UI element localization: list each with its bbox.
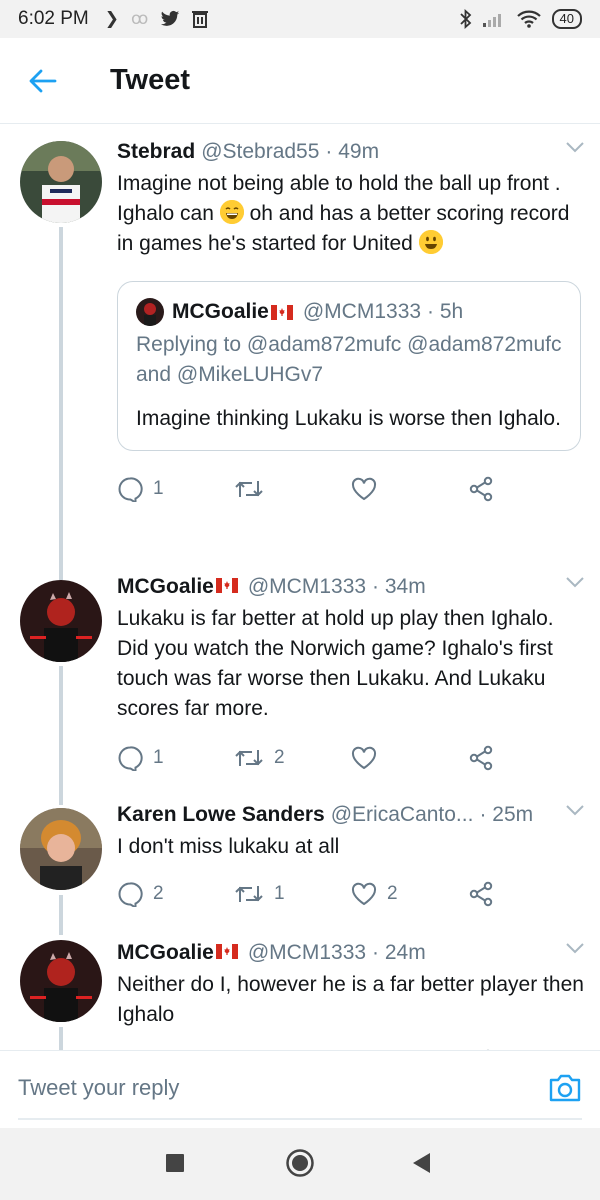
tweet-text: Lukaku is far better at hold up play the… [117, 607, 554, 720]
chevron-down-icon[interactable] [565, 576, 585, 588]
reply-button[interactable]: 1 [117, 476, 234, 502]
tweet-time: · 49m [325, 140, 380, 163]
avatar[interactable] [20, 940, 102, 1022]
like-button[interactable] [351, 477, 468, 501]
canada-flag-icon [215, 944, 238, 959]
quoted-tweet-text: Imagine thinking Lukaku is worse then Ig… [136, 407, 561, 430]
signal-icon [482, 14, 501, 27]
replying-to: Replying to @adam872mufc @adam872mufc an… [136, 333, 562, 386]
reply-button[interactable]: 2 [117, 881, 234, 907]
grinning-emoji-icon [219, 200, 244, 224]
tweet-actions [117, 1042, 585, 1050]
tweet[interactable]: MCGoalie @MCM1333 · 24m Neither do I, ho… [0, 935, 600, 1050]
reply-composer: Tweet your reply [0, 1050, 600, 1128]
avatar[interactable] [20, 580, 102, 662]
like-button[interactable]: 2 [351, 882, 468, 906]
like-icon [351, 746, 377, 770]
home-button[interactable] [285, 1148, 315, 1183]
tweet[interactable]: MCGoalie @MCM1333 · 34m Lukaku is far be… [0, 575, 600, 805]
thread-line [59, 1027, 63, 1050]
reply-input[interactable]: Tweet your reply [18, 1075, 179, 1101]
twitter-icon [161, 10, 180, 26]
share-icon [469, 476, 493, 502]
tweet-thread: Stebrad @Stebrad55 · 49m Imagine not bei… [0, 125, 600, 1050]
status-bar: 6:02 PM ❯ ꝏ 40 [0, 0, 600, 38]
tweet[interactable]: Stebrad @Stebrad55 · 49m Imagine not bei… [0, 125, 600, 580]
tweet-text: Neither do I, however he is a far better… [117, 973, 584, 1026]
tweet-time: · 34m [372, 575, 426, 598]
quoted-author-handle: @MCM1333 [302, 300, 422, 323]
like-icon [351, 477, 377, 501]
share-icon [469, 881, 493, 907]
recents-button[interactable] [165, 1153, 185, 1178]
wifi-icon [516, 10, 541, 28]
like-icon [351, 882, 377, 906]
author-name[interactable]: Karen Lowe Sanders [117, 800, 325, 830]
retweet-button[interactable] [234, 477, 351, 501]
share-button[interactable] [468, 476, 585, 502]
chevron-down-icon[interactable] [565, 141, 585, 153]
canada-flag-icon [270, 304, 293, 320]
like-button[interactable] [351, 746, 468, 770]
tweet-text: I don't miss lukaku at all [117, 835, 340, 858]
system-nav-bar [0, 1128, 600, 1200]
tweet-text: Imagine not being able to hold the ball … [117, 172, 570, 255]
author-handle: @MCM1333 [247, 575, 367, 598]
author-name[interactable]: MCGoalie [117, 572, 214, 602]
tweet-time: · 25m [479, 803, 534, 826]
author-name[interactable]: MCGoalie [117, 938, 214, 968]
status-time: 6:02 PM [18, 8, 89, 29]
chevron-down-icon[interactable] [565, 804, 585, 816]
retweet-icon [235, 481, 263, 497]
bluetooth-icon [459, 9, 471, 29]
share-button[interactable] [468, 881, 585, 907]
quoted-tweet-time: · 5h [427, 300, 464, 323]
tweet[interactable]: Karen Lowe Sanders @EricaCanto... · 25m … [0, 803, 600, 935]
reply-underline [18, 1118, 582, 1120]
thread-line [59, 666, 63, 805]
author-handle: @EricaCanto... [330, 803, 474, 826]
square-nav-icon [166, 1154, 184, 1172]
retweet-icon [235, 750, 263, 766]
avatar[interactable] [20, 808, 102, 890]
retweet-icon [235, 886, 263, 902]
thread-line [59, 895, 63, 935]
retweet-button[interactable]: 2 [234, 746, 351, 770]
tweet-actions: 1 [117, 469, 585, 509]
chevron-icon: ❯ [104, 9, 120, 28]
tweet-time: · 24m [372, 941, 426, 964]
tweet-actions: 2 1 2 [117, 874, 585, 914]
top-app-bar: Tweet [0, 38, 600, 124]
reply-icon [118, 882, 143, 907]
smiling-emoji-icon [418, 230, 443, 254]
camera-button[interactable] [548, 1073, 582, 1108]
share-button[interactable] [468, 745, 585, 771]
chevron-down-icon[interactable] [565, 942, 585, 954]
quoted-tweet[interactable]: MCGoalie @MCM1333 · 5h Replying to @adam… [117, 281, 581, 451]
battery-indicator: 40 [551, 9, 582, 29]
home-nav-icon [286, 1149, 314, 1177]
reply-icon [118, 477, 143, 502]
quoted-author-name: MCGoalie [172, 300, 269, 323]
retweet-button[interactable]: 1 [234, 882, 351, 906]
reply-icon [118, 746, 143, 771]
tweet-actions: 1 2 [117, 738, 585, 778]
quoted-avatar [136, 298, 164, 326]
notification-icon: ꝏ [131, 9, 149, 28]
back-button[interactable] [0, 38, 86, 124]
canada-flag-icon [215, 578, 238, 593]
back-arrow-icon [29, 69, 57, 92]
back-nav-button[interactable] [412, 1152, 432, 1179]
share-icon [469, 745, 493, 771]
page-title: Tweet [110, 64, 191, 96]
back-nav-icon [413, 1153, 430, 1173]
author-handle: @Stebrad55 [201, 140, 320, 163]
author-name[interactable]: Stebrad [117, 137, 195, 167]
avatar[interactable] [20, 141, 102, 223]
camera-icon [549, 1074, 581, 1102]
reply-button[interactable]: 1 [117, 745, 234, 771]
thread-line [59, 227, 63, 580]
author-handle: @MCM1333 [247, 941, 367, 964]
trash-icon [192, 11, 209, 28]
